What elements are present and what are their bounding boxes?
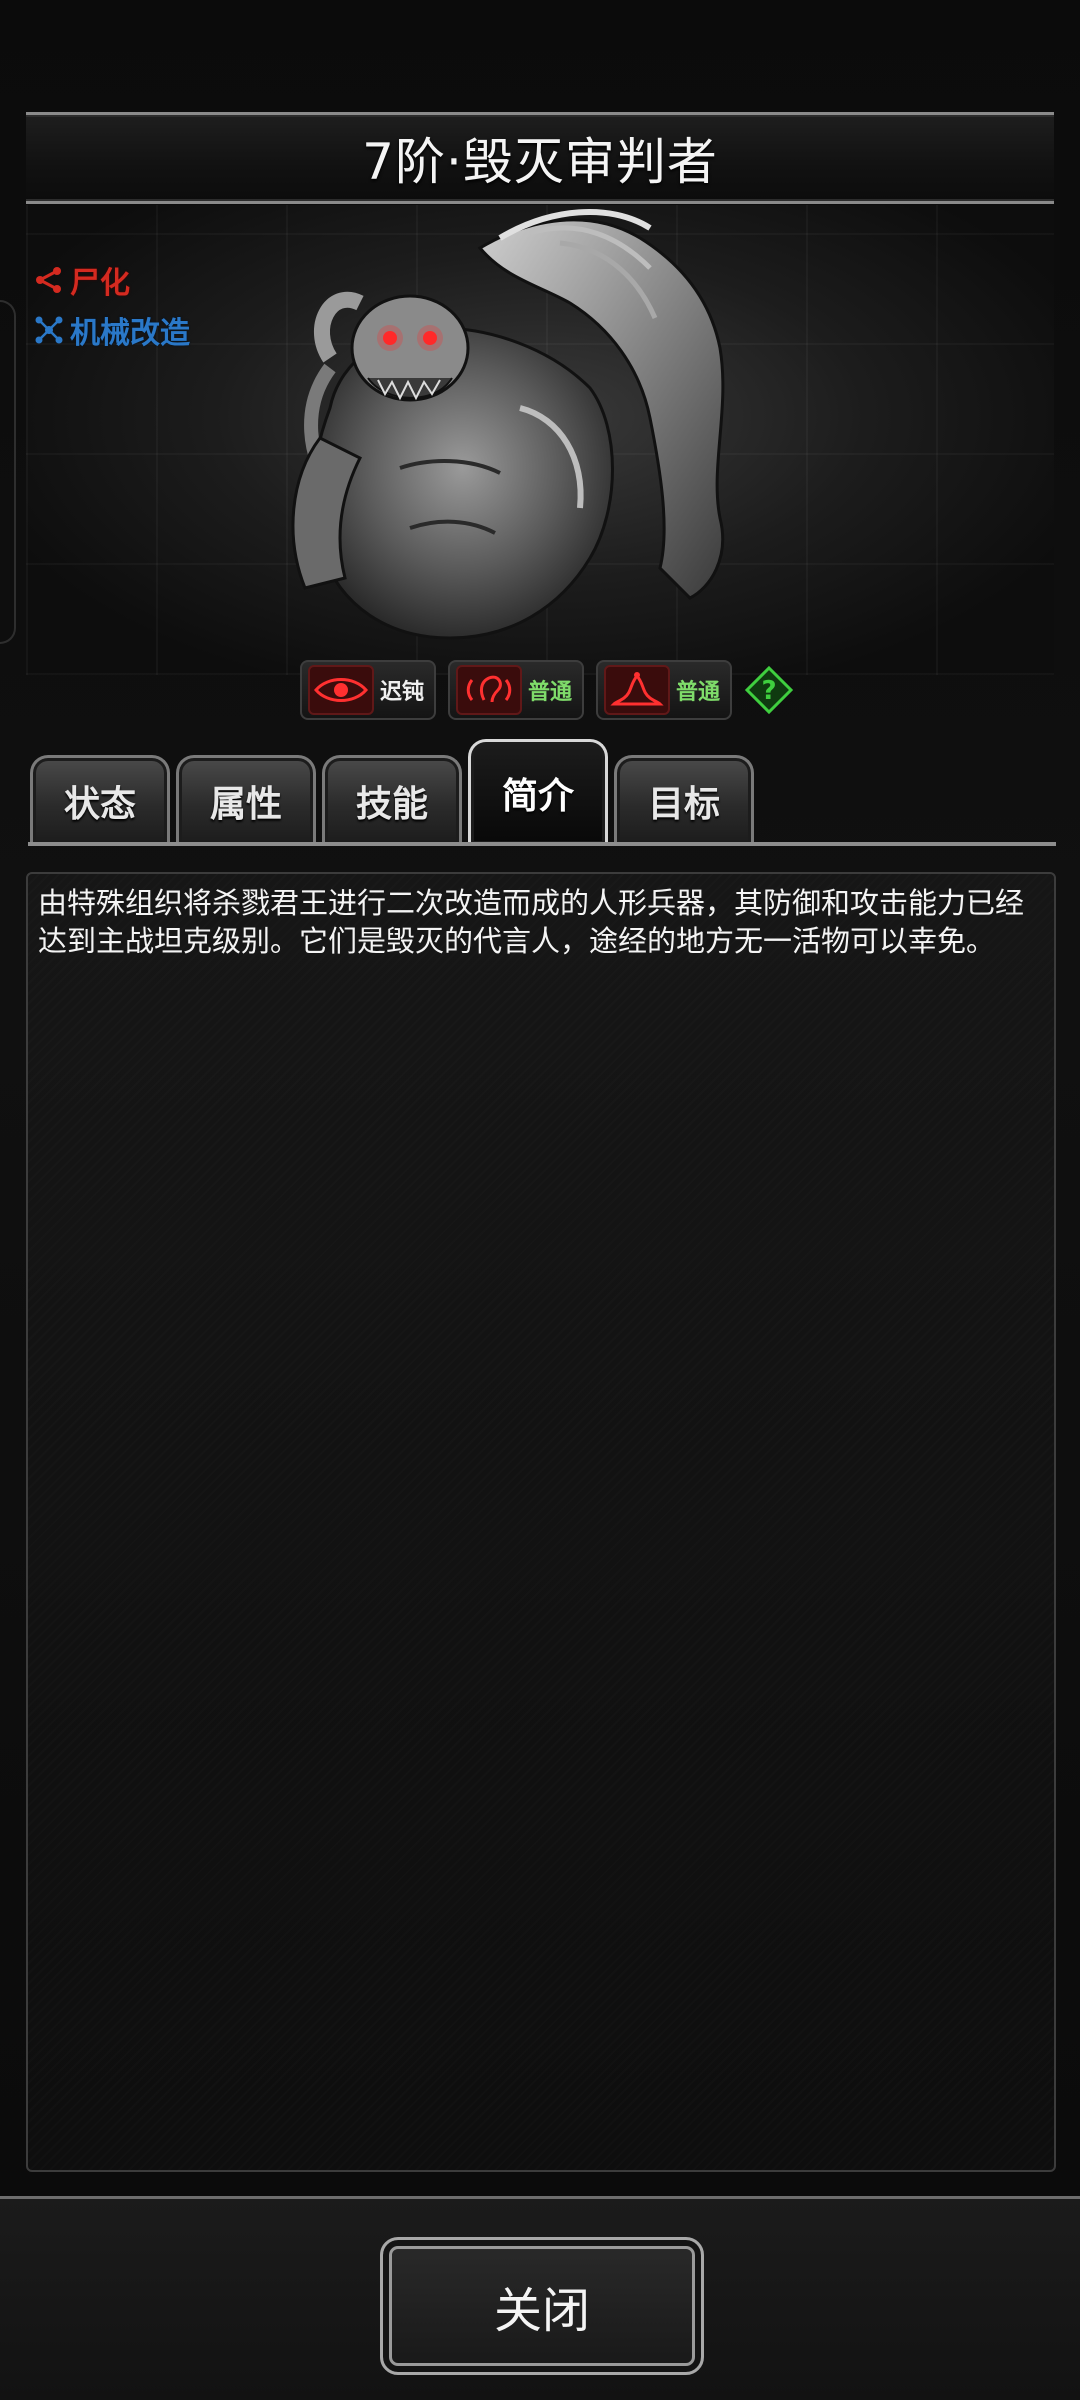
trait-mechanical-mod: 机械改造 bbox=[34, 308, 190, 352]
info-tabs: 状态 属性 技能 简介 目标 bbox=[28, 739, 1056, 846]
smell-status-label: 普通 bbox=[676, 680, 721, 705]
vision-status-label: 迟钝 bbox=[380, 680, 425, 705]
side-drawer-handle[interactable] bbox=[0, 300, 16, 644]
smell-status[interactable]: 普通 bbox=[596, 660, 733, 720]
close-button[interactable]: 关闭 bbox=[380, 2237, 704, 2375]
page-title: 7阶·毁灭审判者 bbox=[362, 133, 718, 191]
network-nodes-icon bbox=[35, 316, 63, 344]
eye-icon bbox=[314, 678, 368, 702]
monster-portrait bbox=[291, 209, 725, 640]
description-text: 由特殊组织将杀戮君王进行二次改造而成的人形兵器，其防御和攻击能力已经达到主战坦克… bbox=[38, 886, 1025, 958]
tab-label: 属性 bbox=[209, 784, 282, 825]
trait-zombified: 尸化 bbox=[34, 258, 130, 302]
tab-label: 简介 bbox=[501, 776, 574, 817]
tab-targets[interactable]: 目标 bbox=[614, 755, 754, 844]
perception-status-row: 迟钝 普通 普通 ? bbox=[300, 660, 794, 720]
trait-label: 机械改造 bbox=[70, 316, 190, 351]
svg-text:?: ? bbox=[762, 676, 777, 706]
tab-label: 状态 bbox=[63, 784, 136, 825]
smell-icon bbox=[610, 672, 664, 706]
tab-label: 技能 bbox=[355, 784, 428, 825]
tab-label: 目标 bbox=[647, 784, 720, 825]
description-panel[interactable]: 由特殊组织将杀戮君王进行二次改造而成的人形兵器，其防御和攻击能力已经达到主战坦克… bbox=[26, 872, 1056, 2172]
trait-label: 尸化 bbox=[70, 266, 130, 301]
share-nodes-icon bbox=[36, 267, 61, 293]
tab-skills[interactable]: 技能 bbox=[322, 755, 462, 844]
creature-info-screen: 7阶·毁灭审判者 尸化 机械改造 迟钝 普通 普通 ? 状态 属性 技能 简介 … bbox=[0, 0, 1080, 2400]
tab-status[interactable]: 状态 bbox=[30, 755, 170, 844]
close-button-label: 关闭 bbox=[493, 2283, 590, 2339]
hearing-status[interactable]: 普通 bbox=[448, 660, 585, 720]
hearing-status-label: 普通 bbox=[528, 680, 573, 705]
ear-icon bbox=[466, 675, 512, 703]
tab-attributes[interactable]: 属性 bbox=[176, 755, 316, 844]
tab-intro[interactable]: 简介 bbox=[468, 739, 608, 844]
bottom-bar: 关闭 bbox=[0, 2196, 1080, 2400]
title-bar: 7阶·毁灭审判者 bbox=[26, 112, 1054, 204]
vision-status[interactable]: 迟钝 bbox=[300, 660, 437, 720]
tabs-underline bbox=[28, 842, 1056, 846]
question-icon[interactable]: ? bbox=[744, 665, 794, 715]
